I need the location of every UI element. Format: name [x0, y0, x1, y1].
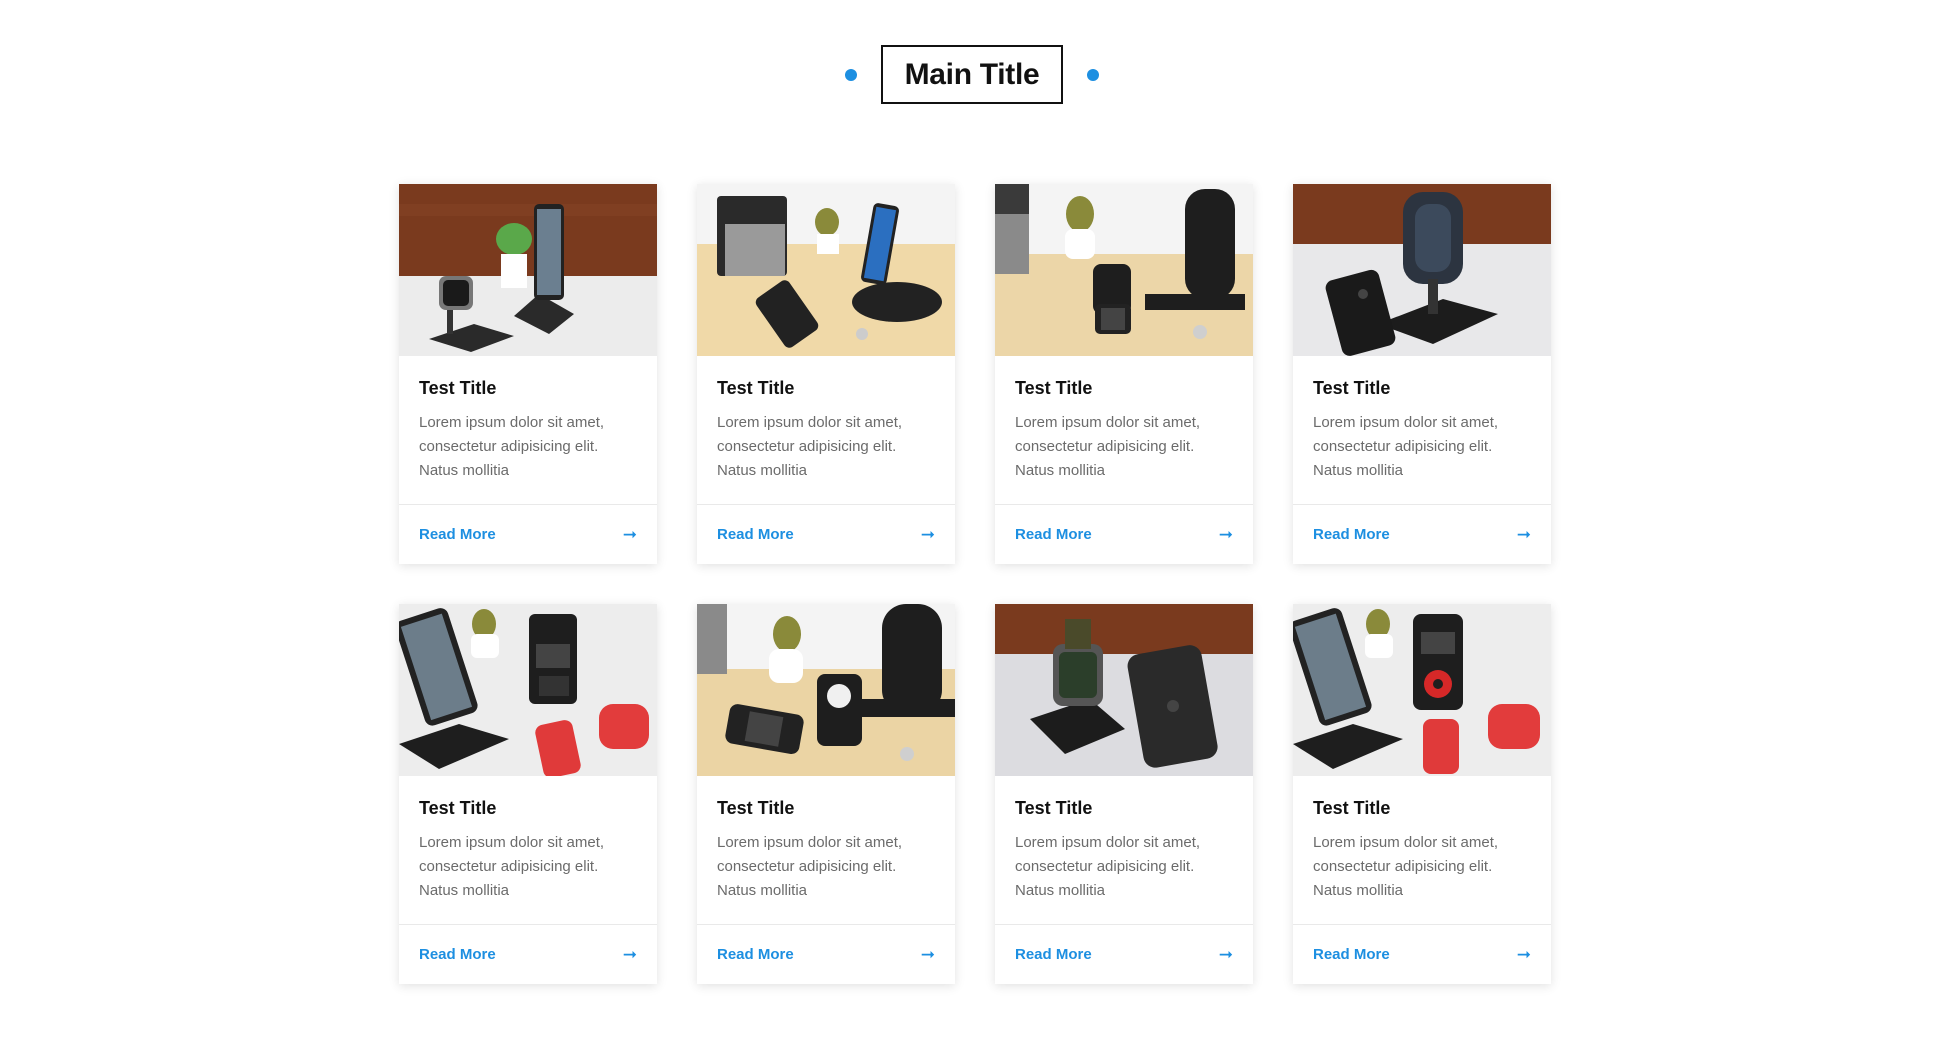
product-photo-icon [1293, 184, 1551, 356]
card-text: Lorem ipsum dolor sit amet, consectetur … [717, 834, 903, 899]
card-image [697, 604, 955, 776]
card: Test Title Lorem ipsum dolor sit amet, c… [697, 184, 955, 564]
product-photo-icon [995, 604, 1253, 776]
product-photo-icon [399, 604, 657, 776]
read-more-link[interactable]: Read More [1015, 946, 1092, 963]
card-title: Test Title [419, 798, 497, 818]
card-text: Lorem ipsum dolor sit amet, consectetur … [1015, 834, 1201, 899]
card-text: Lorem ipsum dolor sit amet, consectetur … [419, 834, 605, 899]
card-image [1293, 184, 1551, 356]
read-more-link[interactable]: Read More [419, 946, 496, 963]
card-footer: Read More ➞ [995, 504, 1253, 564]
read-more-link[interactable]: Read More [717, 526, 794, 543]
card-text: Lorem ipsum dolor sit amet, consectetur … [1015, 414, 1201, 479]
card-image [399, 604, 657, 776]
card-footer: Read More ➞ [1293, 924, 1551, 984]
arrow-right-icon[interactable]: ➞ [921, 946, 935, 963]
card-grid: Test Title Lorem ipsum dolor sit amet, c… [399, 184, 1551, 984]
card-text: Lorem ipsum dolor sit amet, consectetur … [419, 414, 605, 479]
card: Test Title Lorem ipsum dolor sit amet, c… [697, 604, 955, 984]
main-title: Main Title [880, 45, 1064, 104]
card: Test Title Lorem ipsum dolor sit amet, c… [995, 604, 1253, 984]
product-photo-icon [399, 184, 657, 356]
card-image [995, 184, 1253, 356]
product-photo-icon [697, 184, 955, 356]
arrow-right-icon[interactable]: ➞ [1219, 526, 1233, 543]
card: Test Title Lorem ipsum dolor sit amet, c… [1293, 184, 1551, 564]
card-footer: Read More ➞ [399, 504, 657, 564]
card-title: Test Title [1313, 378, 1391, 398]
arrow-right-icon[interactable]: ➞ [1219, 946, 1233, 963]
card-image [1293, 604, 1551, 776]
card-footer: Read More ➞ [697, 504, 955, 564]
card-footer: Read More ➞ [1293, 504, 1551, 564]
card-title: Test Title [1015, 378, 1093, 398]
arrow-right-icon[interactable]: ➞ [623, 946, 637, 963]
card-image [399, 184, 657, 356]
card: Test Title Lorem ipsum dolor sit amet, c… [995, 184, 1253, 564]
card-title: Test Title [717, 378, 795, 398]
product-photo-icon [995, 184, 1253, 356]
card: Test Title Lorem ipsum dolor sit amet, c… [1293, 604, 1551, 984]
card-footer: Read More ➞ [995, 924, 1253, 984]
card-image [697, 184, 955, 356]
arrow-right-icon[interactable]: ➞ [1517, 526, 1531, 543]
title-section: Main Title [0, 45, 1944, 104]
right-dot-icon [1087, 68, 1100, 81]
card-footer: Read More ➞ [697, 924, 955, 984]
read-more-link[interactable]: Read More [1015, 526, 1092, 543]
left-dot-icon [844, 68, 857, 81]
read-more-link[interactable]: Read More [419, 526, 496, 543]
card-title: Test Title [1313, 798, 1391, 818]
read-more-link[interactable]: Read More [1313, 946, 1390, 963]
read-more-link[interactable]: Read More [1313, 526, 1390, 543]
product-photo-icon [1293, 604, 1551, 776]
blog-cards-page: Main Title Test Title Lorem ipsum dolor … [0, 0, 1944, 1056]
card-text: Lorem ipsum dolor sit amet, consectetur … [1313, 414, 1499, 479]
arrow-right-icon[interactable]: ➞ [921, 526, 935, 543]
arrow-right-icon[interactable]: ➞ [1517, 946, 1531, 963]
card-title: Test Title [1015, 798, 1093, 818]
card: Test Title Lorem ipsum dolor sit amet, c… [399, 184, 657, 564]
card: Test Title Lorem ipsum dolor sit amet, c… [399, 604, 657, 984]
product-photo-icon [697, 604, 955, 776]
card-text: Lorem ipsum dolor sit amet, consectetur … [717, 414, 903, 479]
card-title: Test Title [419, 378, 497, 398]
card-title: Test Title [717, 798, 795, 818]
read-more-link[interactable]: Read More [717, 946, 794, 963]
card-footer: Read More ➞ [399, 924, 657, 984]
card-image [995, 604, 1253, 776]
card-text: Lorem ipsum dolor sit amet, consectetur … [1313, 834, 1499, 899]
arrow-right-icon[interactable]: ➞ [623, 526, 637, 543]
